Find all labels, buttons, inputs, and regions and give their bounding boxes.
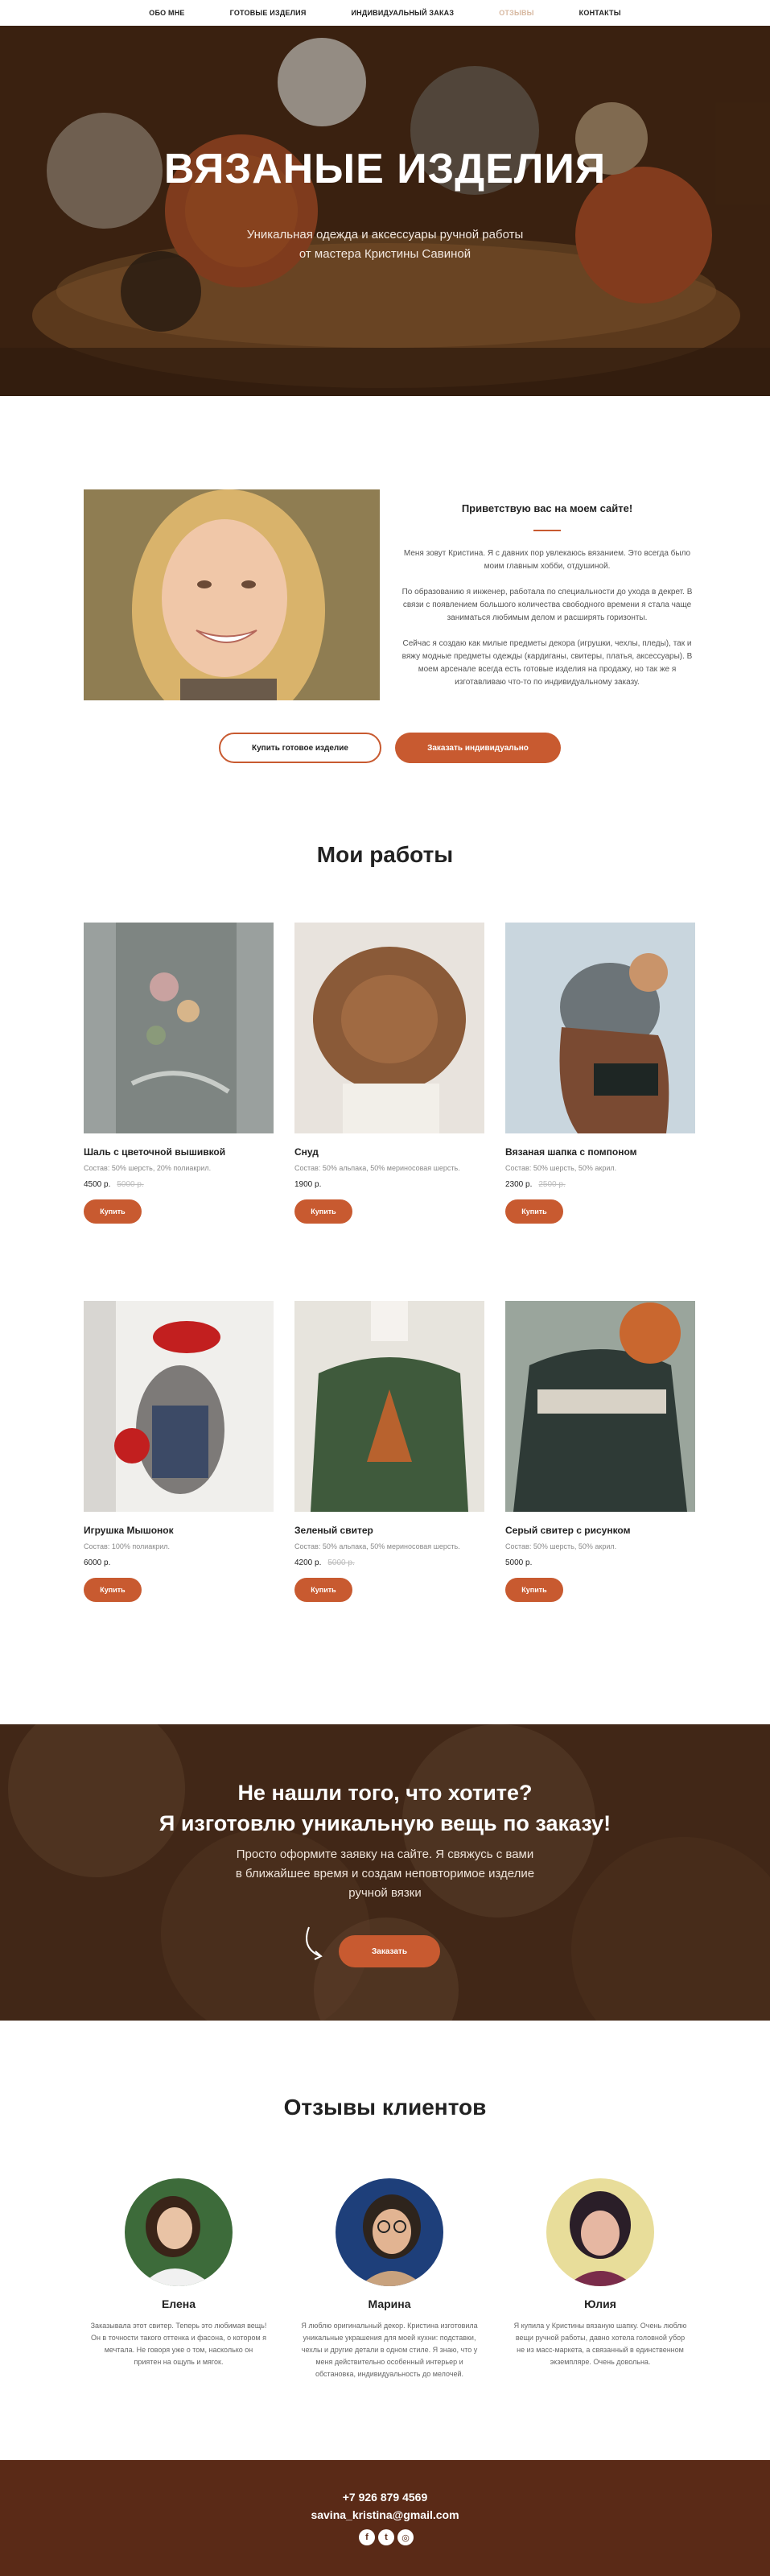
product-name: Шаль с цветочной вышивкой (84, 1146, 226, 1158)
product-image[interactable] (505, 1301, 695, 1512)
cta-subtitle: Просто оформите заявку на сайте. Я свяжу… (0, 1845, 770, 1903)
avatar (125, 2178, 233, 2286)
product-price-row: 5000 р. (505, 1558, 538, 1567)
review-text: Я купила у Кристины вязаную шапку. Очень… (513, 2322, 687, 2366)
top-nav: ОБО МНЕ ГОТОВЫЕ ИЗДЕЛИЯ ИНДИВИДУАЛЬНЫЙ З… (0, 0, 770, 26)
review-text: Заказывала этот свитер. Теперь это любим… (90, 2322, 267, 2366)
product-price-row: 2300 р. 2500 р. (505, 1180, 566, 1189)
product-price-row: 4200 р. 5000 р. (294, 1558, 355, 1567)
facebook-icon[interactable]: f (359, 2529, 375, 2545)
product-composition: Состав: 50% альпака, 50% мериносовая шер… (294, 1542, 460, 1550)
reviewer-name: Юлия (584, 2297, 616, 2310)
hero-title: ВЯЗАНЫЕ ИЗДЕЛИЯ (163, 146, 607, 192)
product-composition: Состав: 50% шерсть, 50% акрил. (505, 1164, 617, 1172)
contact-email[interactable]: savina_kristina@gmail.com (0, 2508, 770, 2521)
product-price: 1900 р. (294, 1180, 322, 1189)
product-old-price: 2500 р. (538, 1180, 566, 1189)
nav-item-about[interactable]: ОБО МНЕ (149, 9, 184, 17)
product-name: Снуд (294, 1146, 319, 1158)
reviewer-name: Марина (368, 2297, 411, 2310)
product-price-row: 6000 р. (84, 1558, 117, 1567)
about-paragraph: Сейчас я создаю как милые предметы декор… (401, 639, 693, 687)
product-card: Шаль с цветочной вышивкой Состав: 50% ше… (84, 923, 274, 1245)
product-card: Снуд Состав: 50% альпака, 50% мериносова… (294, 923, 484, 1245)
product-price: 2300 р. (505, 1180, 533, 1189)
product-price: 4500 р. (84, 1180, 111, 1189)
cta-subtitle-line: Просто оформите заявку на сайте. Я свяжу… (236, 1847, 534, 1861)
buy-button[interactable]: Купить (294, 1578, 352, 1602)
review-card: Юлия Я купила у Кристины вязаную шапку. … (512, 2178, 689, 2368)
cta-title-line: Не нашли того, что хотите? (237, 1781, 533, 1805)
avatar (546, 2178, 654, 2286)
product-card: Игрушка Мышонок Состав: 100% полиакрил. … (84, 1301, 274, 1623)
about-photo (84, 489, 380, 700)
buy-button[interactable]: Купить (505, 1199, 563, 1224)
product-name: Игрушка Мышонок (84, 1525, 174, 1536)
nav-item-ready-products[interactable]: ГОТОВЫЕ ИЗДЕЛИЯ (230, 9, 307, 17)
buy-button[interactable]: Купить (84, 1199, 142, 1224)
product-name: Вязаная шапка с помпоном (505, 1146, 637, 1158)
cta-subtitle-line: ручной вязки (348, 1886, 422, 1900)
cta-title-line: Я изготовлю уникальную вещь по заказу! (159, 1811, 611, 1835)
product-name: Зеленый свитер (294, 1525, 373, 1536)
product-card: Зеленый свитер Состав: 50% альпака, 50% … (294, 1301, 484, 1623)
product-price: 6000 р. (84, 1558, 111, 1567)
hero-subtitle-line: Уникальная одежда и аксессуары ручной ра… (246, 228, 524, 242)
product-price-row: 4500 р. 5000 р. (84, 1180, 144, 1189)
cta-order-button[interactable]: Заказать (339, 1935, 440, 1967)
buy-button[interactable]: Купить (505, 1578, 563, 1602)
about-paragraph: По образованию я инженер, работала по сп… (401, 588, 693, 622)
product-composition: Состав: 50% шерсть, 50% акрил. (505, 1542, 617, 1550)
product-image[interactable] (84, 923, 274, 1133)
custom-order-button[interactable]: Заказать индивидуально (395, 733, 561, 763)
product-composition: Состав: 100% полиакрил. (84, 1542, 171, 1550)
hero-section: ВЯЗАНЫЕ ИЗДЕЛИЯ Уникальная одежда и аксе… (0, 26, 770, 396)
product-composition: Состав: 50% альпака, 50% мериносовая шер… (294, 1164, 460, 1172)
nav-item-reviews[interactable]: ОТЗЫВЫ (499, 9, 533, 17)
custom-order-section: Не нашли того, что хотите? Я изготовлю у… (0, 1724, 770, 2021)
review-card: Марина Я люблю оригинальный декор. Крист… (301, 2178, 478, 2380)
twitter-icon[interactable]: t (378, 2529, 394, 2545)
works-title: Мои работы (316, 842, 454, 867)
cta-title: Не нашли того, что хотите? Я изготовлю у… (0, 1777, 770, 1839)
about-paragraph: Меня зовут Кристина. Я с давних пор увле… (403, 549, 691, 571)
reviewer-name: Елена (161, 2297, 196, 2310)
about-title: Приветствую вас на моем сайте! (461, 502, 633, 514)
footer: +7 926 879 4569 savina_kristina@gmail.co… (0, 2460, 770, 2576)
hero-subtitle-line: от мастера Кристины Савиной (299, 247, 471, 261)
product-image[interactable] (294, 1301, 484, 1512)
product-image[interactable] (294, 923, 484, 1133)
product-price: 4200 р. (294, 1558, 322, 1567)
product-card: Серый свитер с рисунком Состав: 50% шерс… (505, 1301, 695, 1623)
nav-item-custom-order[interactable]: ИНДИВИДУАЛЬНЫЙ ЗАКАЗ (352, 9, 455, 17)
product-price-row: 1900 р. (294, 1180, 327, 1189)
nav-item-contacts[interactable]: КОНТАКТЫ (579, 9, 621, 17)
product-composition: Состав: 50% шерсть, 20% полиакрил. (84, 1164, 212, 1172)
review-card: Елена Заказывала этот свитер. Теперь это… (90, 2178, 267, 2368)
product-old-price: 5000 р. (117, 1180, 144, 1189)
curved-arrow-icon (306, 1926, 323, 1960)
about-divider (533, 530, 561, 531)
product-name: Серый свитер с рисунком (505, 1525, 631, 1536)
hero-subtitle: Уникальная одежда и аксессуары ручной ра… (0, 225, 770, 264)
product-price: 5000 р. (505, 1558, 533, 1567)
avatar (336, 2178, 443, 2286)
contact-phone[interactable]: +7 926 879 4569 (0, 2491, 770, 2504)
product-card: Вязаная шапка с помпоном Состав: 50% шер… (505, 923, 695, 1245)
buy-button[interactable]: Купить (294, 1199, 352, 1224)
product-old-price: 5000 р. (327, 1558, 355, 1567)
reviews-title: Отзывы клиентов (283, 2095, 487, 2120)
buy-button[interactable]: Купить (84, 1578, 142, 1602)
portrait-image (84, 489, 380, 700)
product-image[interactable] (84, 1301, 274, 1512)
review-text: Я люблю оригинальный декор. Кристина изг… (301, 2322, 478, 2378)
cta-subtitle-line: в ближайшее время и создам неповторимое … (235, 1867, 535, 1880)
hero-overlay (0, 26, 770, 396)
about-text: Меня зовут Кристина. Я с давних пор увле… (398, 547, 696, 702)
product-image[interactable] (505, 923, 695, 1133)
social-links: f t ◎ (359, 2529, 414, 2545)
buy-ready-product-button[interactable]: Купить готовое изделие (219, 733, 381, 763)
instagram-icon[interactable]: ◎ (397, 2529, 414, 2545)
